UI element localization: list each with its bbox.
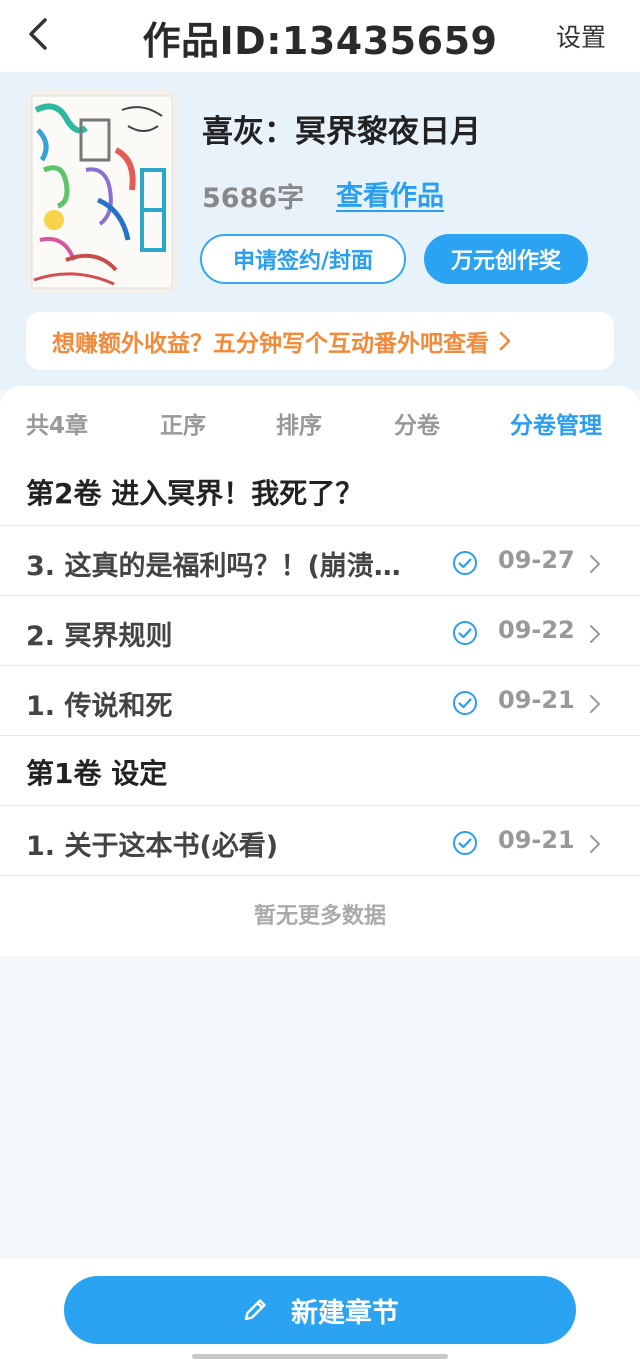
- view-work-link[interactable]: 查看作品: [336, 174, 444, 213]
- volume-header: 第1卷 设定: [0, 736, 640, 806]
- book-cover-image[interactable]: [26, 90, 178, 294]
- published-check-icon: [453, 831, 477, 855]
- volume-title: 第1卷 设定: [26, 757, 168, 790]
- published-check-icon: [453, 691, 477, 715]
- creation-award-button[interactable]: 万元创作奖: [424, 234, 588, 284]
- chevron-right-icon: [590, 625, 600, 643]
- cover-artwork: [26, 90, 178, 294]
- page-title: 作品ID:13435659: [142, 19, 498, 63]
- chapter-list-card: 共4章 正序 排序 分卷 分卷管理 第2卷 进入冥界！我死了？ 3. 这真的是福…: [0, 386, 640, 956]
- chapter-title: 2. 冥界规则: [26, 621, 173, 652]
- published-check-icon: [453, 551, 477, 575]
- word-count: 5686字: [202, 183, 305, 214]
- pencil-icon: [244, 1299, 266, 1321]
- chapter-title: 1. 关于这本书(必看): [26, 831, 279, 862]
- settings-button[interactable]: 设置: [556, 18, 606, 54]
- chapter-date: 09-21: [498, 826, 575, 854]
- volume-title: 第2卷 进入冥界！我死了？: [26, 477, 364, 510]
- chevron-right-icon: [590, 555, 600, 573]
- tab-order[interactable]: 正序: [160, 406, 206, 440]
- interactive-extra-promo-banner[interactable]: 想赚额外收益？五分钟写个互动番外吧查看: [26, 312, 614, 370]
- bottom-action-bar: 新建章节: [0, 1258, 640, 1362]
- promo-text: 想赚额外收益？五分钟写个互动番外吧查看: [52, 331, 489, 357]
- chapter-toolbar: 共4章 正序 排序 分卷 分卷管理: [0, 406, 640, 446]
- chapter-date: 09-22: [498, 616, 575, 644]
- volume-header: 第2卷 进入冥界！我死了？: [0, 456, 640, 526]
- tab-volume-manage[interactable]: 分卷管理: [510, 406, 602, 440]
- chapter-row[interactable]: 3. 这真的是福利吗？！(崩溃… 09-27: [0, 526, 640, 596]
- chevron-right-icon: [590, 695, 600, 713]
- chapter-row[interactable]: 1. 关于这本书(必看) 09-21: [0, 806, 640, 876]
- no-more-data-note: 暂无更多数据: [253, 904, 386, 929]
- chapter-row[interactable]: 1. 传说和死 09-21: [0, 666, 640, 736]
- chapter-title: 3. 这真的是福利吗？！(崩溃…: [26, 551, 401, 582]
- tab-volume[interactable]: 分卷: [394, 406, 440, 440]
- new-chapter-label: 新建章节: [291, 1297, 399, 1329]
- chapter-title: 1. 传说和死: [26, 691, 173, 722]
- tab-sort[interactable]: 排序: [276, 406, 322, 440]
- book-info-panel: 喜灰：冥界黎夜日月 5686字 查看作品 申请签约/封面 万元创作奖 想赚额外收…: [0, 72, 640, 390]
- top-bar: 作品ID:13435659 设置: [0, 0, 640, 72]
- book-title: 喜灰：冥界黎夜日月: [202, 114, 481, 150]
- chevron-right-icon: [499, 331, 511, 351]
- chapter-date: 09-21: [498, 686, 575, 714]
- home-indicator[interactable]: [192, 1354, 448, 1359]
- new-chapter-button[interactable]: 新建章节: [64, 1276, 576, 1344]
- chapter-row[interactable]: 2. 冥界规则 09-22: [0, 596, 640, 666]
- apply-sign-cover-button[interactable]: 申请签约/封面: [200, 234, 406, 284]
- chapter-date: 09-27: [498, 546, 575, 574]
- chevron-right-icon: [590, 835, 600, 853]
- chapter-count-label: 共4章: [26, 413, 89, 439]
- published-check-icon: [453, 621, 477, 645]
